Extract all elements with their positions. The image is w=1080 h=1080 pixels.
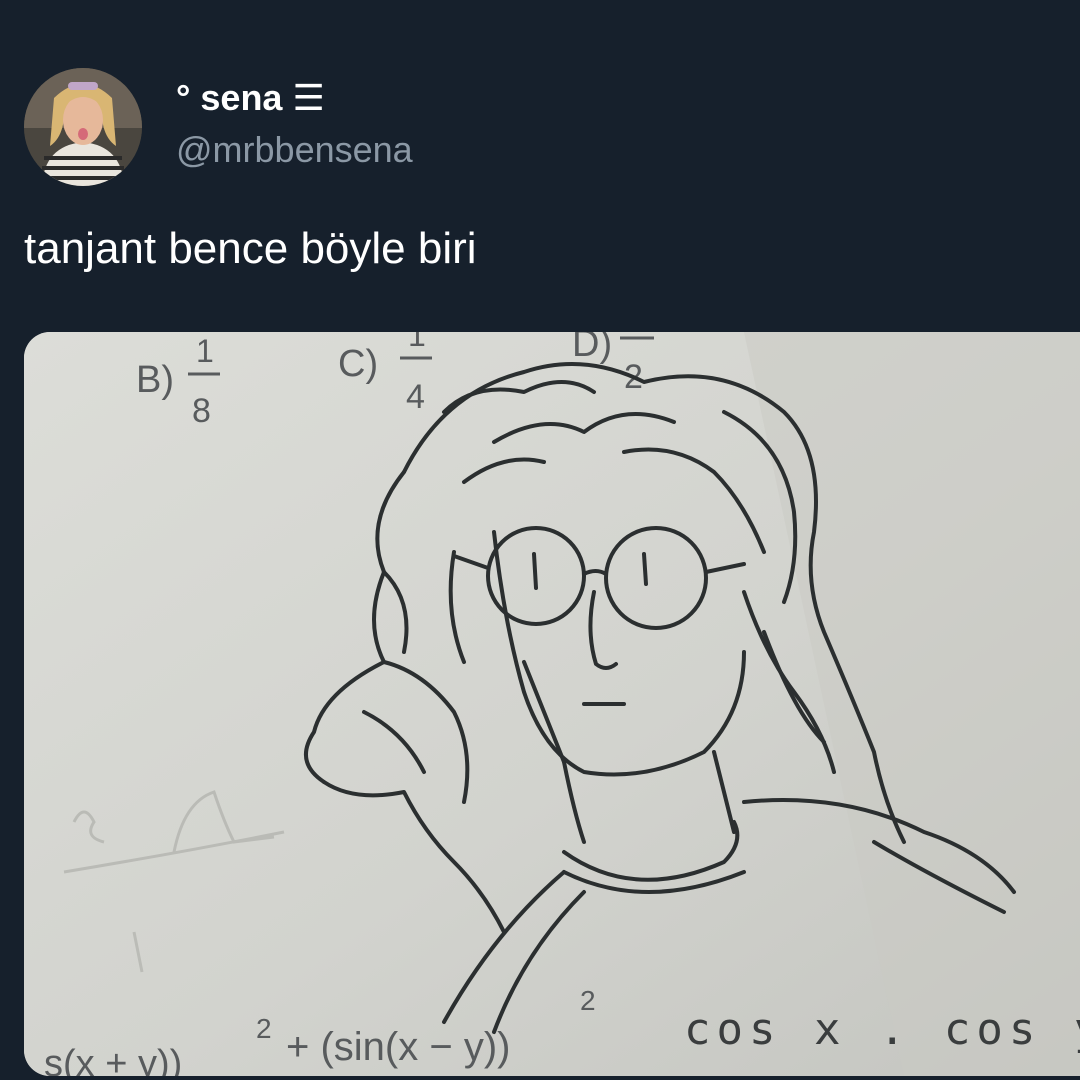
tweet-text: tanjant bence böyle biri [24,224,477,273]
answer-c-label: C) [338,343,378,385]
answer-d-label: D) [572,332,612,365]
formula-right: + (sin(x − y)) [286,1025,510,1069]
formula-exponent-1: 2 [256,1013,272,1044]
answer-b-numerator: 1 [196,333,214,369]
answer-c-denominator: 4 [406,378,425,416]
answer-b-denominator: 8 [192,392,211,430]
handwritten-formula: cos x . cos y [684,1004,1080,1055]
tweet-media-image[interactable]: B) 1 8 C) 1 4 D) 2 s(x + y)) 2 + (sin(x … [24,332,1080,1076]
user-handle[interactable]: @mrbbensena [176,128,413,172]
display-name[interactable]: ° sena ☰ [176,76,325,120]
formula-left: s(x + y)) [44,1043,182,1076]
formula-exponent-2: 2 [580,985,596,1016]
answer-c-numerator: 1 [408,332,426,353]
avatar[interactable] [24,68,142,186]
tweet-card: ° sena ☰ @mrbbensena tanjant bence böyle… [0,0,1080,1080]
answer-b-label: B) [136,359,174,401]
